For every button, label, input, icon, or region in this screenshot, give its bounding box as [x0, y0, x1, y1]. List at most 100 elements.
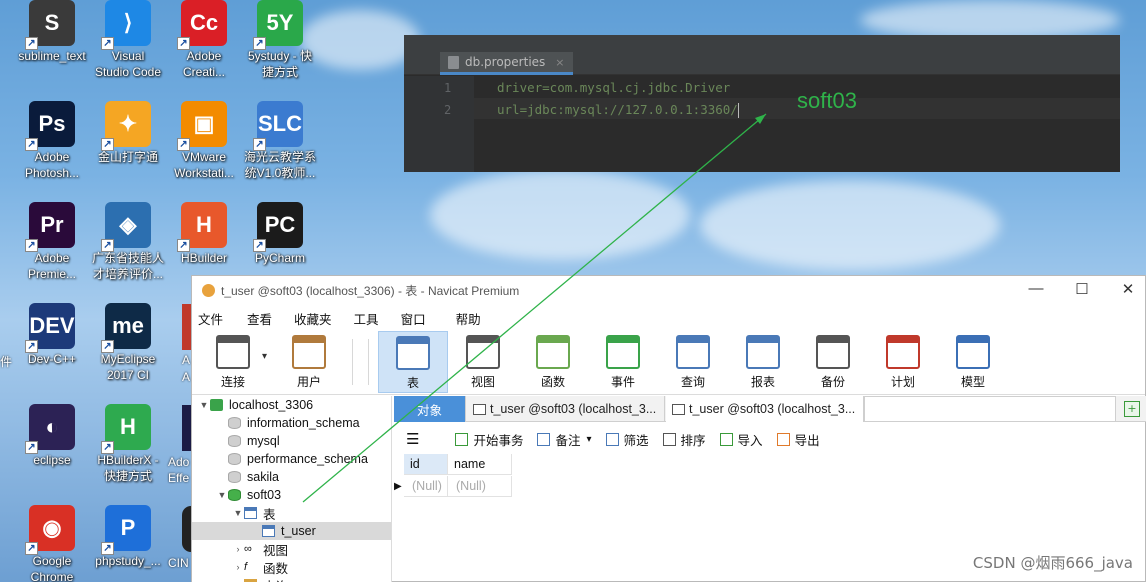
editor-tab-db-properties[interactable]: db.properties ×: [440, 52, 573, 75]
partial-icon-cinema[interactable]: [182, 506, 191, 552]
database-open-icon: [228, 489, 241, 501]
tree-item[interactable]: ▼ localhost_3306: [192, 396, 391, 414]
close-button[interactable]: ✕: [1118, 280, 1138, 298]
desktop-icon[interactable]: Cc ↗ Adobe Creati...: [166, 0, 242, 80]
tree-item[interactable]: › f 函数: [192, 558, 391, 576]
partial-label-a1: A: [182, 353, 191, 367]
tab-t-user-2[interactable]: t_user @soft03 (localhost_3...: [666, 396, 864, 422]
toolbar-button-user[interactable]: 用户: [274, 331, 344, 393]
tree-item[interactable]: › ∞ 视图: [192, 540, 391, 558]
tree-item[interactable]: ▼ soft03: [192, 486, 391, 504]
desktop-icon[interactable]: ▣ ↗ VMware Workstati...: [166, 101, 242, 181]
desktop-icon[interactable]: Pr ↗ Adobe Premie...: [14, 202, 90, 282]
import-button[interactable]: 导入: [719, 430, 763, 449]
filter-button[interactable]: 筛选: [605, 430, 649, 449]
tab-objects[interactable]: 对象: [394, 396, 466, 422]
properties-file-icon: [448, 55, 459, 69]
desktop-icon-label: sublime_text: [18, 49, 86, 63]
connection-dropdown-icon[interactable]: ▾: [262, 351, 267, 362]
toolbar-button-table[interactable]: 表: [378, 331, 448, 393]
column-header-id[interactable]: id: [404, 454, 448, 475]
import-icon: [719, 432, 733, 446]
menu-item[interactable]: 文件: [198, 309, 223, 328]
desktop-icon-label: Google Chrome: [30, 554, 74, 582]
memo-dropdown-icon[interactable]: ▾: [586, 434, 591, 445]
tree-item[interactable]: sakila: [192, 468, 391, 486]
desktop-icon[interactable]: ✦ ↗ 金山打字通: [90, 101, 166, 165]
menu-item[interactable]: 帮助: [456, 309, 481, 328]
desktop-icon[interactable]: SLC ↗ 海光云教学系 统V1.0教师...: [242, 101, 318, 181]
desktop-icon[interactable]: Ps ↗ Adobe Photosh...: [14, 101, 90, 181]
toolbar-button-event[interactable]: 事件: [588, 331, 658, 393]
column-header-name[interactable]: name: [448, 454, 512, 475]
sort-button[interactable]: 排序: [662, 430, 706, 449]
desktop-icon[interactable]: me ↗ MyEclipse 2017 CI: [90, 303, 166, 383]
desktop-icon[interactable]: ⟩ ↗ Visual Studio Code: [90, 0, 166, 80]
maximize-button[interactable]: ☐: [1072, 280, 1092, 298]
tab-label: 对象: [416, 403, 442, 418]
desktop-icon[interactable]: DEV ↗ Dev-C++: [14, 303, 90, 367]
hamburger-menu-icon[interactable]: ☰: [406, 430, 419, 448]
tree-item[interactable]: mysql: [192, 432, 391, 450]
toolbar-button-view[interactable]: 视图: [448, 331, 518, 393]
shortcut-arrow-icon: ↗: [101, 37, 114, 50]
menu-item[interactable]: 收藏夹: [294, 309, 332, 328]
desktop-icon[interactable]: P ↗ phpstudy_...: [90, 505, 166, 569]
menu-item[interactable]: 工具: [354, 309, 379, 328]
desktop-icon[interactable]: ◈ ↗ 广东省技能人 才培养评价...: [90, 202, 166, 282]
function-icon: f: [244, 561, 248, 573]
desktop-icon[interactable]: H ↗ HBuilder: [166, 202, 242, 266]
code-line[interactable]: url=jdbc:mysql://127.0.0.1:3360/: [497, 102, 739, 118]
desktop-icon[interactable]: ◐ ↗ eclipse: [14, 404, 90, 468]
close-icon[interactable]: ×: [555, 56, 564, 69]
desktop-icon[interactable]: S ↗ sublime_text: [14, 0, 90, 64]
desktop-icon[interactable]: 5Y ↗ 5ystudy - 快 捷方式: [242, 0, 318, 80]
expand-chevron-icon[interactable]: ▼: [216, 490, 228, 500]
tree-item[interactable]: information_schema: [192, 414, 391, 432]
table-cell[interactable]: (Null): [448, 476, 512, 497]
toolbar-button-schedule[interactable]: 计划: [868, 331, 938, 393]
menu-item[interactable]: 查看: [247, 309, 272, 328]
toolbar-button-model[interactable]: 模型: [938, 331, 1008, 393]
view-icon: ∞: [244, 543, 252, 555]
vscode-icon: ⟩ ↗: [101, 0, 151, 50]
navigation-tree: ▼ localhost_3306 information_schemamysql pe…: [192, 396, 392, 582]
export-button[interactable]: 导出: [776, 430, 820, 449]
toolbar-button-report[interactable]: 报表: [728, 331, 798, 393]
begin-transaction-button[interactable]: 开始事务: [455, 430, 523, 449]
code-line[interactable]: driver=com.mysql.cj.jdbc.Driver: [497, 80, 730, 95]
partial-label-effe: Effe: [168, 471, 190, 485]
toolbar-button-connection[interactable]: 连接: [198, 331, 268, 393]
memo-button[interactable]: 备注 ▾: [537, 430, 592, 449]
tree-item[interactable]: t_user: [192, 522, 391, 540]
partial-icon-after-effects[interactable]: [182, 405, 191, 451]
model-icon: [956, 335, 990, 369]
toolbar-button-query[interactable]: 查询: [658, 331, 728, 393]
menu-item[interactable]: 窗口: [401, 309, 426, 328]
action-label: 开始事务: [473, 433, 524, 448]
tree-item[interactable]: ›查询: [192, 576, 391, 582]
expand-chevron-icon[interactable]: ▼: [232, 508, 244, 518]
desktop-icon[interactable]: H ↗ HBuilderX - 快捷方式: [90, 404, 166, 484]
table-cell[interactable]: (Null): [404, 476, 448, 497]
database-icon: [228, 471, 241, 483]
tree-item-label: mysql: [247, 434, 280, 448]
expand-chevron-icon[interactable]: ›: [232, 562, 244, 572]
expand-chevron-icon[interactable]: ▼: [198, 400, 210, 410]
toolbar-button-function[interactable]: 函数: [518, 331, 588, 393]
expand-chevron-icon[interactable]: ›: [232, 544, 244, 554]
desktop-icon[interactable]: ◉ ↗ Google Chrome: [14, 505, 90, 582]
tree-item[interactable]: performance_schema: [192, 450, 391, 468]
code-line-text: url=jdbc:mysql://127.0.0.1:3360/: [497, 102, 738, 117]
desktop-icon[interactable]: PC ↗ PyCharm: [242, 202, 318, 266]
toolbar-button-backup[interactable]: 备份: [798, 331, 868, 393]
text-caret: [737, 103, 739, 118]
table-edit-icon: [473, 403, 486, 415]
tab-t-user-1[interactable]: t_user @soft03 (localhost_3...: [467, 396, 665, 422]
tree-item[interactable]: ▼ 表: [192, 504, 391, 522]
shortcut-arrow-icon: ↗: [101, 138, 114, 151]
minimize-button[interactable]: —: [1026, 280, 1046, 297]
new-tab-icon[interactable]: +: [1124, 401, 1140, 417]
vmware-icon: ▣ ↗: [177, 101, 227, 151]
partial-icon-adobe[interactable]: [182, 304, 191, 350]
